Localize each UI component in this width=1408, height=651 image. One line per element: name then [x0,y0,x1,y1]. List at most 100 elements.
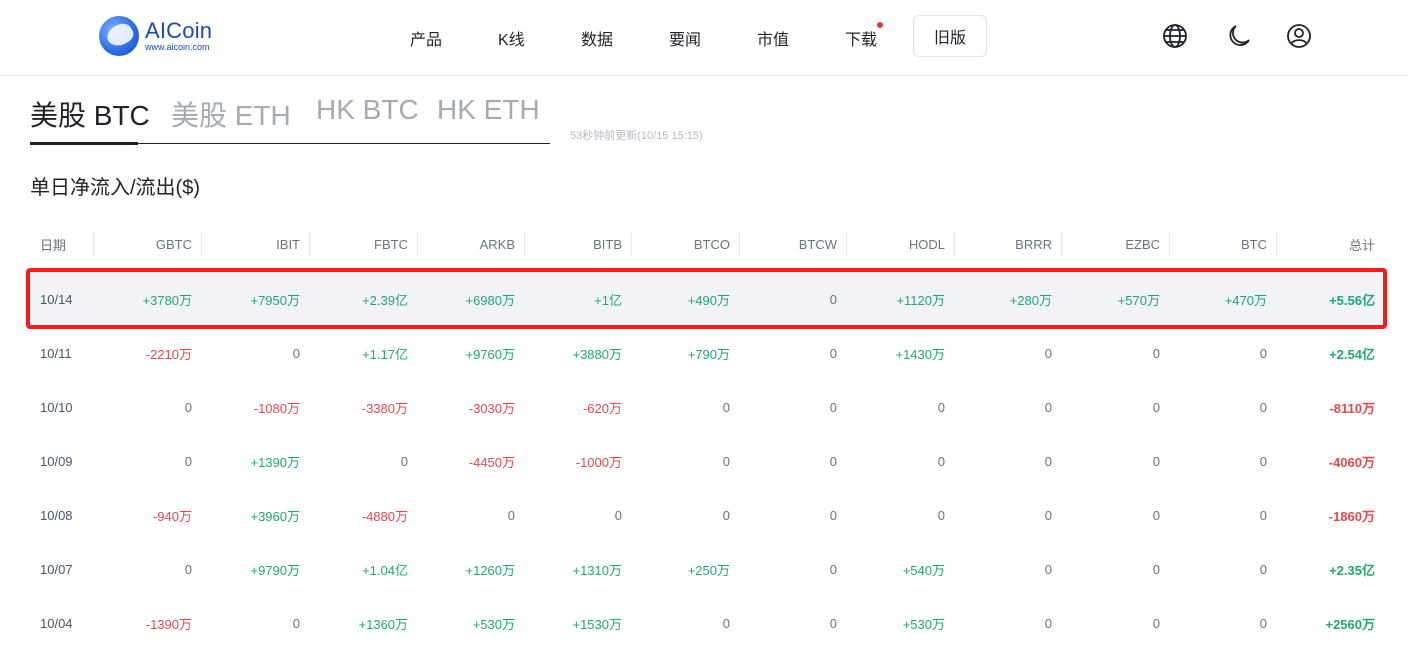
row-date: 10/10 [40,399,73,415]
table-cell: 0 [1259,399,1267,415]
notification-dot [877,22,884,28]
table-cell: +470万 [1224,292,1267,308]
table-cell: 0 [184,453,192,469]
column-separator [1061,232,1062,256]
old-version-button[interactable]: 旧版 [913,15,987,57]
table-cell: 0 [722,399,730,415]
table-cell: 0 [1152,399,1160,415]
logo-text: AICoin www.aicoin.com [145,18,213,53]
logo-mark-icon [99,16,139,56]
column-header-col5: BITB [593,236,622,252]
table-cell: -1390万 [145,616,192,632]
table-cell: +1430万 [895,346,945,362]
moon-icon[interactable] [1225,22,1253,50]
flow-table: 日期 GBTC IBIT FBTC ARKB BITB BTCO BTCW HODL BRRR EZ… [30,216,1385,650]
table-cell: 0 [937,507,945,523]
column-header-col1: GBTC [155,236,192,252]
table-cell: +1.04亿 [362,562,408,578]
table-row[interactable]: 10/07 0 +9790万 +1.04亿 +1260万 +1310万 +250万 0 +540… [30,542,1385,596]
update-time: 53秒钟前更新(10/15 15:15) [570,130,703,142]
tab-hk-eth[interactable]: HK ETH [437,94,540,126]
table-row[interactable]: 10/14 +3780万 +7950万 +2.39亿 +6980万 +1亿 +490万 0 +1… [30,272,1385,326]
table-cell: 0 [1044,453,1052,469]
nav-item-news[interactable]: 要闻 [669,26,701,50]
table-cell: +1310万 [572,562,622,578]
table-cell: +3780万 [142,292,192,308]
table-cell: +3960万 [250,508,300,524]
column-header-total: 总计 [1348,237,1375,253]
tab-us-eth[interactable]: 美股 ETH [171,94,291,134]
table-cell: 0 [292,615,300,631]
table-cell: 0 [722,615,730,631]
nav-item-data[interactable]: 数据 [581,26,613,50]
table-cell: -2210万 [145,346,192,362]
table-body: 10/14 +3780万 +7950万 +2.39亿 +6980万 +1亿 +490万 0 +1… [30,272,1385,650]
table-cell: +2.39亿 [362,292,408,308]
table-cell: 0 [1259,453,1267,469]
table-cell: +3880万 [572,346,622,362]
row-total: +2560万 [1325,616,1375,632]
column-header-col7: BTCW [798,236,837,252]
column-header-col9: BRRR [1015,236,1052,252]
table-cell: 0 [829,615,837,631]
column-separator [1276,232,1277,256]
table-cell: 0 [184,399,192,415]
table-cell: 0 [1152,615,1160,631]
column-separator [846,232,847,256]
table-cell: 0 [1152,561,1160,577]
table-row[interactable]: 10/04 -1390万 0 +1360万 +530万 +1530万 0 0 +530万 0 0 0 +… [30,596,1385,650]
tab-us-btc[interactable]: 美股 BTC [30,94,150,134]
nav-item-market-cap[interactable]: 市值 [757,26,789,50]
table-row[interactable]: 10/10 0 -1080万 -3380万 -3030万 -620万 0 0 0 0 0 0 -8110… [30,380,1385,434]
table-cell: 0 [829,291,837,307]
column-header-col11: BTC [1241,236,1267,252]
column-header-col6: BTCO [693,236,730,252]
table-cell: -4450万 [468,454,515,470]
nav-item-products[interactable]: 产品 [410,26,442,50]
row-total: +5.56亿 [1329,292,1375,308]
logo-name: AICoin [145,18,213,43]
column-separator [631,232,632,256]
table-row[interactable]: 10/11 -2210万 0 +1.17亿 +9760万 +3880万 +790万 0 +143… [30,326,1385,380]
table-row[interactable]: 10/09 0 +1390万 0 -4450万 -1000万 0 0 0 0 0 0 -4060万 [30,434,1385,488]
table-cell: 0 [1152,453,1160,469]
table-cell: +1360万 [358,616,408,632]
table-cell: +1530万 [572,616,622,632]
table-cell: +790万 [687,346,730,362]
user-icon[interactable] [1285,22,1313,50]
table-cell: +280万 [1009,292,1052,308]
table-cell: 0 [829,507,837,523]
tab-hk-btc[interactable]: HK BTC [316,94,419,126]
table-cell: -620万 [582,400,622,416]
row-date: 10/08 [40,507,73,523]
column-separator [954,232,955,256]
table-cell: -1080万 [253,400,300,416]
row-date: 10/11 [40,345,72,361]
row-date: 10/09 [40,453,73,469]
table-cell: -3380万 [361,400,408,416]
section-title: 单日净流入/流出($) [30,177,200,199]
table-cell: 0 [1259,345,1267,361]
table-cell: 0 [1259,615,1267,631]
table-row[interactable]: 10/08 -940万 +3960万 -4880万 0 0 0 0 0 0 0 0 -1860万 [30,488,1385,542]
table-cell: +1120万 [896,292,945,308]
table-cell: 0 [184,561,192,577]
row-date: 10/14 [40,291,73,307]
nav-item-kline[interactable]: K线 [498,26,525,50]
table-cell: 0 [1044,399,1052,415]
column-separator [309,232,310,256]
nav-item-download-wrap[interactable]: 下载 [845,22,884,50]
table-cell: +9760万 [465,346,515,362]
globe-icon[interactable] [1161,22,1189,50]
table-cell: -1000万 [575,454,622,470]
active-tab-indicator [30,142,138,145]
column-separator [739,232,740,256]
table-cell: +9790万 [250,562,300,578]
column-separator [93,232,94,256]
table-cell: +530万 [472,616,515,632]
table-cell: 0 [829,453,837,469]
table-cell: -940万 [152,508,192,524]
aicoin-logo[interactable]: AICoin www.aicoin.com [99,16,212,56]
row-total: -8110万 [1329,400,1375,416]
column-separator [201,232,202,256]
